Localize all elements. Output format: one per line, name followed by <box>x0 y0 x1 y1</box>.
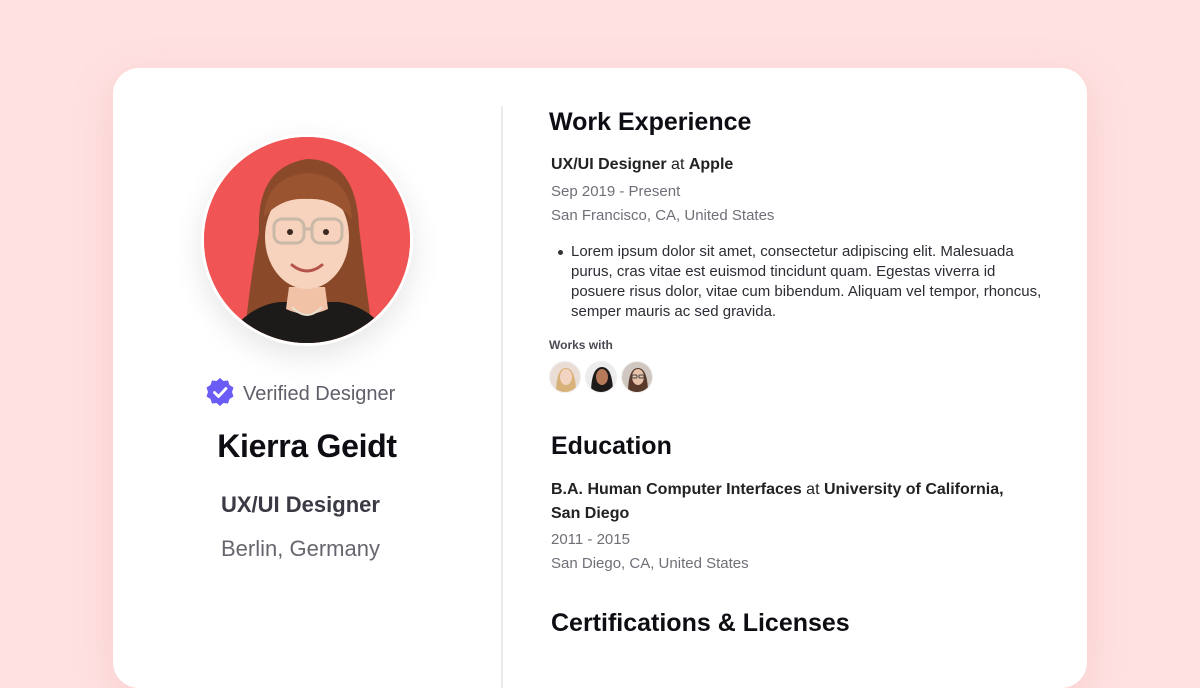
coworker-avatar[interactable] <box>621 361 653 393</box>
profile-name: Kierra Geidt <box>217 428 397 464</box>
profile-location: Berlin, Germany <box>221 536 380 561</box>
profile-card: Verified Designer Kierra Geidt UX/UI Des… <box>113 68 1087 688</box>
education-degree-line: B.A. Human Computer Interfaces at Univer… <box>551 478 1031 526</box>
job-title: UX/UI Designer <box>551 156 667 173</box>
works-with-label: Works with <box>549 338 613 352</box>
degree: B.A. Human Computer Interfaces <box>551 481 802 498</box>
education-location: San Diego, CA, United States <box>551 555 749 572</box>
verified-label: Verified Designer <box>243 383 396 405</box>
job-connector: at <box>671 156 685 173</box>
education-connector: at <box>806 481 820 498</box>
coworker-avatars <box>549 361 653 393</box>
verified-status: Verified Designer <box>205 377 395 412</box>
job-title-line: UX/UI Designer at Apple <box>551 156 733 174</box>
avatar <box>201 134 413 346</box>
job-location: San Francisco, CA, United States <box>551 207 775 224</box>
work-experience-heading: Work Experience <box>549 108 752 136</box>
education-dates: 2011 - 2015 <box>551 531 630 548</box>
education-heading: Education <box>551 432 672 460</box>
profile-role: UX/UI Designer <box>221 492 380 517</box>
coworker-avatar[interactable] <box>585 361 617 393</box>
job-description: Lorem ipsum dolor sit amet, consectetur … <box>555 242 1045 322</box>
verified-badge-icon <box>205 377 235 412</box>
job-dates: Sep 2019 - Present <box>551 183 681 200</box>
company-name: Apple <box>688 156 734 173</box>
job-bullet: Lorem ipsum dolor sit amet, consectetur … <box>555 242 1045 322</box>
column-divider <box>501 106 503 688</box>
certifications-heading: Certifications & Licenses <box>551 609 850 637</box>
profile-photo <box>204 137 410 343</box>
coworker-avatar[interactable] <box>549 361 581 393</box>
